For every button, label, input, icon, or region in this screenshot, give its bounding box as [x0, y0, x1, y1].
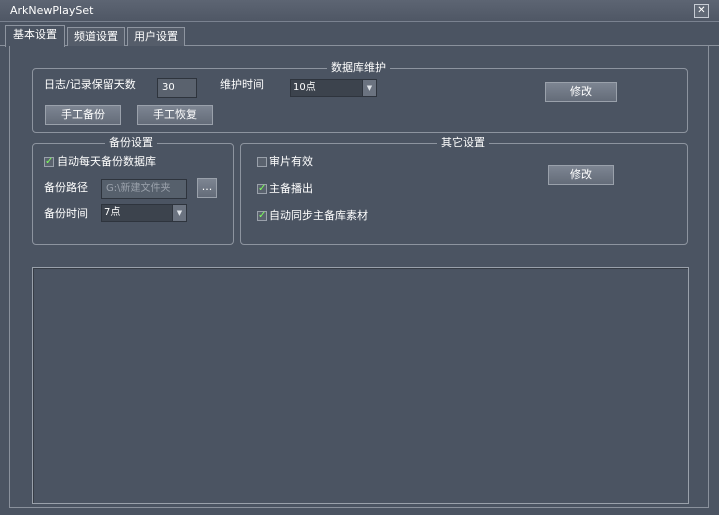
maintain-time-label: 维护时间 — [220, 78, 264, 91]
tab-bar: 基本设置 频道设置 用户设置 — [0, 24, 719, 47]
title-bar: ArkNewPlaySet ✕ — [0, 0, 719, 22]
main-backup-broadcast-checkbox[interactable]: ✓ — [257, 184, 267, 194]
chevron-down-icon[interactable]: ▼ — [362, 80, 376, 96]
check-icon: ✓ — [258, 183, 267, 194]
close-icon[interactable]: ✕ — [694, 4, 709, 18]
log-output-area[interactable] — [32, 267, 689, 504]
maintain-time-value: 10点 — [293, 82, 316, 93]
manual-restore-button[interactable]: 手工恢复 — [137, 105, 213, 125]
backup-path-field[interactable]: G:\新建文件夹 — [101, 179, 187, 199]
retain-days-field[interactable]: 30 — [157, 78, 197, 98]
db-maintenance-title: 数据库维护 — [327, 61, 390, 75]
check-icon: ✓ — [258, 210, 267, 221]
chevron-down-icon[interactable]: ▼ — [172, 205, 186, 221]
auto-backup-label: 自动每天备份数据库 — [57, 155, 156, 168]
tab-basic-settings[interactable]: 基本设置 — [5, 25, 65, 47]
backup-time-label: 备份时间 — [44, 207, 88, 220]
backup-settings-title: 备份设置 — [105, 136, 157, 150]
window-title: ArkNewPlaySet — [10, 4, 94, 17]
db-modify-button[interactable]: 修改 — [545, 82, 617, 102]
review-valid-label: 审片有效 — [269, 155, 313, 168]
check-icon: ✓ — [45, 156, 54, 167]
auto-sync-checkbox[interactable]: ✓ — [257, 211, 267, 221]
review-valid-checkbox[interactable] — [257, 157, 267, 167]
manual-backup-button[interactable]: 手工备份 — [45, 105, 121, 125]
backup-time-select[interactable]: 7点 ▼ — [101, 204, 187, 222]
other-modify-button[interactable]: 修改 — [548, 165, 614, 185]
tab-channel-settings[interactable]: 频道设置 — [67, 27, 125, 46]
backup-path-label: 备份路径 — [44, 181, 88, 194]
retain-days-label: 日志/记录保留天数 — [44, 78, 136, 91]
maintain-time-select[interactable]: 10点 ▼ — [290, 79, 377, 97]
tab-user-settings[interactable]: 用户设置 — [127, 27, 185, 46]
main-backup-broadcast-label: 主备播出 — [269, 182, 313, 195]
auto-sync-label: 自动同步主备库素材 — [269, 209, 368, 222]
backup-time-value: 7点 — [104, 207, 121, 218]
other-settings-title: 其它设置 — [437, 136, 489, 150]
browse-button[interactable]: ... — [197, 178, 217, 198]
auto-backup-checkbox[interactable]: ✓ — [44, 157, 54, 167]
